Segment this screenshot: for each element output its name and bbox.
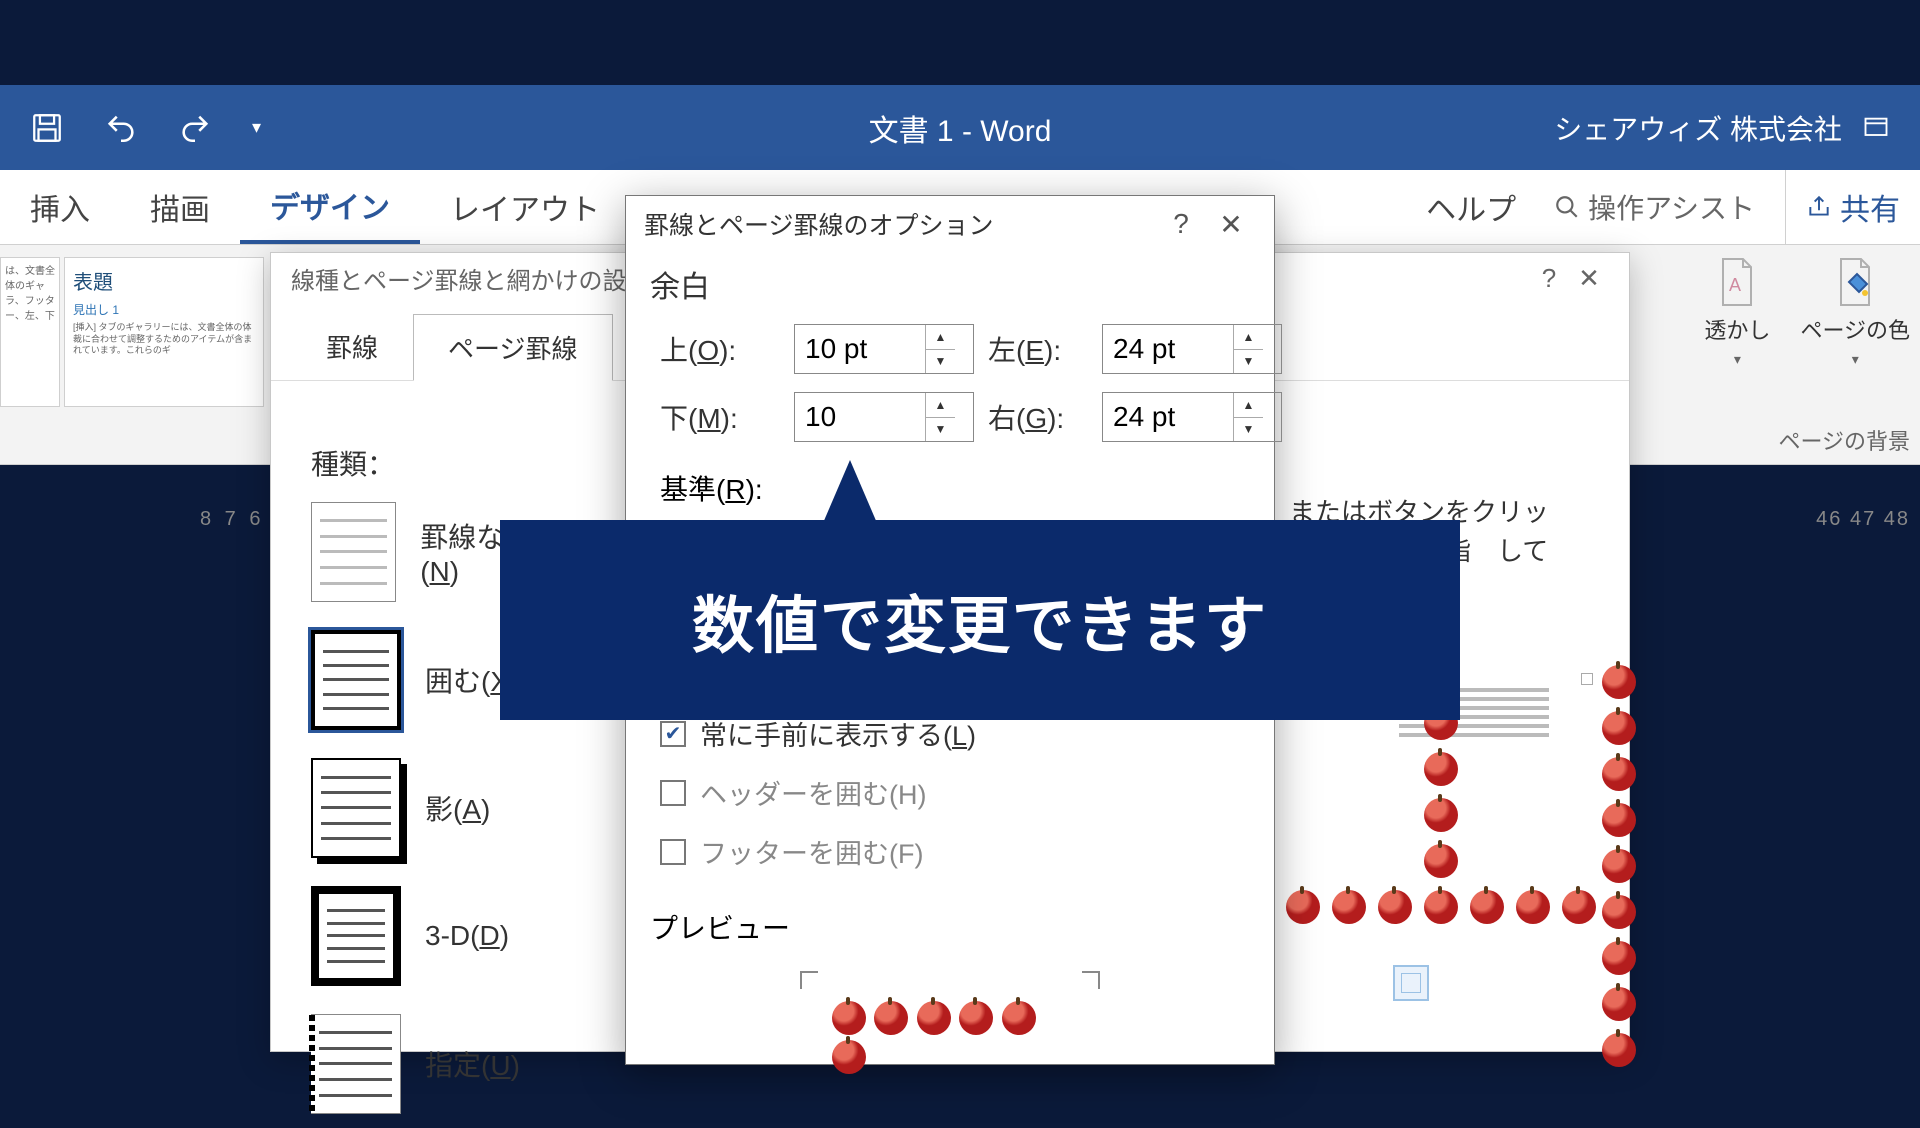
page-color-button[interactable]: ページの色 ▾ xyxy=(1800,257,1910,368)
theme-gallery-item[interactable]: は、文書全体のギャラ、フッター、左、下 xyxy=(0,257,60,407)
tab-draw[interactable]: 描画 xyxy=(120,170,240,244)
page-color-label: ページの色 xyxy=(1800,313,1910,345)
margin-top-input[interactable] xyxy=(795,325,925,373)
basis-label: 基準(R): xyxy=(626,450,1274,526)
margin-bottom-label: 下(M): xyxy=(660,397,780,437)
ruler-right: 46 47 48 xyxy=(1816,508,1910,531)
checkbox-surround-footer-label: フッターを囲む(F) xyxy=(700,832,923,871)
spin-down-icon[interactable]: ▼ xyxy=(926,350,955,374)
kind-3d[interactable]: 3-D(D) xyxy=(311,872,561,1000)
chevron-down-icon: ▾ xyxy=(1734,351,1741,368)
tab-design[interactable]: デザイン xyxy=(240,170,420,244)
margin-top-label: 上(O): xyxy=(660,329,780,369)
gallery-title: 表題 xyxy=(73,266,255,295)
margin-left-label: 左(E): xyxy=(988,329,1088,369)
share-icon xyxy=(1806,194,1832,220)
tell-me-search[interactable]: 操作アシスト xyxy=(1554,187,1755,227)
ribbon-options-icon[interactable] xyxy=(1862,114,1890,142)
options-preview xyxy=(800,971,1100,1051)
margin-left-input[interactable] xyxy=(1103,325,1233,373)
checkbox-surround-footer[interactable]: ✔ フッターを囲む(F) xyxy=(660,822,1240,881)
spin-up-icon[interactable]: ▲ xyxy=(926,325,955,350)
options-dialog-title: 罫線とページ罫線のオプション xyxy=(644,206,994,242)
account-name: シェアウィズ 株式会社 xyxy=(1554,108,1842,148)
margin-section-label: 余白 xyxy=(626,252,1274,316)
margin-right-spinner[interactable]: ▲▼ xyxy=(1102,392,1282,442)
kind-custom[interactable]: 指定(U) xyxy=(311,1000,561,1128)
quick-access-toolbar: ▾ xyxy=(0,111,261,145)
paint-bucket-icon xyxy=(1830,257,1880,307)
tell-me-label: 操作アシスト xyxy=(1588,187,1755,227)
kind-label: 種類： xyxy=(311,443,395,483)
svg-text:A: A xyxy=(1729,275,1741,295)
preview-label: プレビュー xyxy=(626,889,1274,965)
spin-up-icon[interactable]: ▲ xyxy=(1234,393,1263,418)
dialog-help-button[interactable]: ? xyxy=(1529,263,1569,294)
app-titlebar: ▾ 文書 1 - Word シェアウィズ 株式会社 xyxy=(0,85,1920,170)
page-apple-border-right xyxy=(1602,665,1662,1065)
chevron-down-icon: ▾ xyxy=(1852,351,1859,368)
checkbox-surround-header[interactable]: ✔ ヘッダーを囲む(H) xyxy=(660,763,1240,822)
theme-gallery-item[interactable]: 表題 見出し 1 [挿入] タブのギャラリーには、文書全体の体裁に合わせて調整す… xyxy=(64,257,264,407)
annotation-callout: 数値で変更できます xyxy=(500,520,1460,720)
ribbon-group-label: ページの背景 xyxy=(1778,424,1910,456)
tab-insert[interactable]: 挿入 xyxy=(0,170,120,244)
search-icon xyxy=(1554,194,1580,220)
dialog-title: 線種とページ罫線と網かけの設 xyxy=(291,261,627,296)
document-title: 文書 1 - Word xyxy=(869,106,1052,150)
spin-down-icon[interactable]: ▼ xyxy=(1234,418,1263,442)
margin-top-spinner[interactable]: ▲▼ xyxy=(794,324,974,374)
tab-help[interactable]: ヘルプ xyxy=(1408,185,1534,229)
tab-borders[interactable]: 罫線 xyxy=(291,313,413,380)
margin-right-input[interactable] xyxy=(1103,393,1233,441)
options-toggle-button[interactable] xyxy=(1393,965,1429,1001)
margin-bottom-input[interactable] xyxy=(795,393,925,441)
page-icon: A xyxy=(1712,257,1762,307)
margin-bottom-spinner[interactable]: ▲▼ xyxy=(794,392,974,442)
kind-label-shadow: 影(A) xyxy=(425,788,490,828)
ruler-left: 8 7 6 xyxy=(200,508,264,531)
options-dialog-help-button[interactable]: ? xyxy=(1156,208,1206,240)
watermark-button[interactable]: A 透かし ▾ xyxy=(1704,257,1770,368)
qat-dropdown-icon[interactable]: ▾ xyxy=(252,117,261,138)
tab-layout[interactable]: レイアウト xyxy=(420,170,630,244)
checkbox-icon: ✔ xyxy=(660,780,686,806)
margin-left-spinner[interactable]: ▲▼ xyxy=(1102,324,1282,374)
margin-right-label: 右(G): xyxy=(988,397,1088,437)
spin-up-icon[interactable]: ▲ xyxy=(1234,325,1263,350)
checkbox-icon: ✔ xyxy=(660,721,686,747)
save-icon[interactable] xyxy=(30,111,64,145)
kind-label-3d: 3-D(D) xyxy=(425,920,509,952)
checkbox-surround-header-label: ヘッダーを囲む(H) xyxy=(700,773,926,812)
tab-page-border[interactable]: ページ罫線 xyxy=(413,314,612,381)
share-label: 共有 xyxy=(1840,185,1900,229)
share-button[interactable]: 共有 xyxy=(1785,170,1920,244)
dialog-close-button[interactable]: ✕ xyxy=(1569,263,1609,294)
watermark-label: 透かし xyxy=(1704,313,1770,345)
spin-up-icon[interactable]: ▲ xyxy=(926,393,955,418)
undo-icon[interactable] xyxy=(104,111,138,145)
account-area[interactable]: シェアウィズ 株式会社 xyxy=(1554,108,1890,148)
kind-label-custom: 指定(U) xyxy=(425,1044,520,1084)
redo-icon[interactable] xyxy=(178,111,212,145)
kind-shadow[interactable]: 影(A) xyxy=(311,744,561,872)
spin-down-icon[interactable]: ▼ xyxy=(1234,350,1263,374)
gallery-heading: 見出し 1 xyxy=(73,301,255,318)
options-dialog-close-button[interactable]: ✕ xyxy=(1206,208,1256,241)
gallery-body: [挿入] タブのギャラリーには、文書全体の体裁に合わせて調整するためのアイテムが… xyxy=(73,322,255,357)
options-dialog-titlebar: 罫線とページ罫線のオプション ? ✕ xyxy=(626,196,1274,252)
checkbox-icon: ✔ xyxy=(660,839,686,865)
spin-down-icon[interactable]: ▼ xyxy=(926,418,955,442)
